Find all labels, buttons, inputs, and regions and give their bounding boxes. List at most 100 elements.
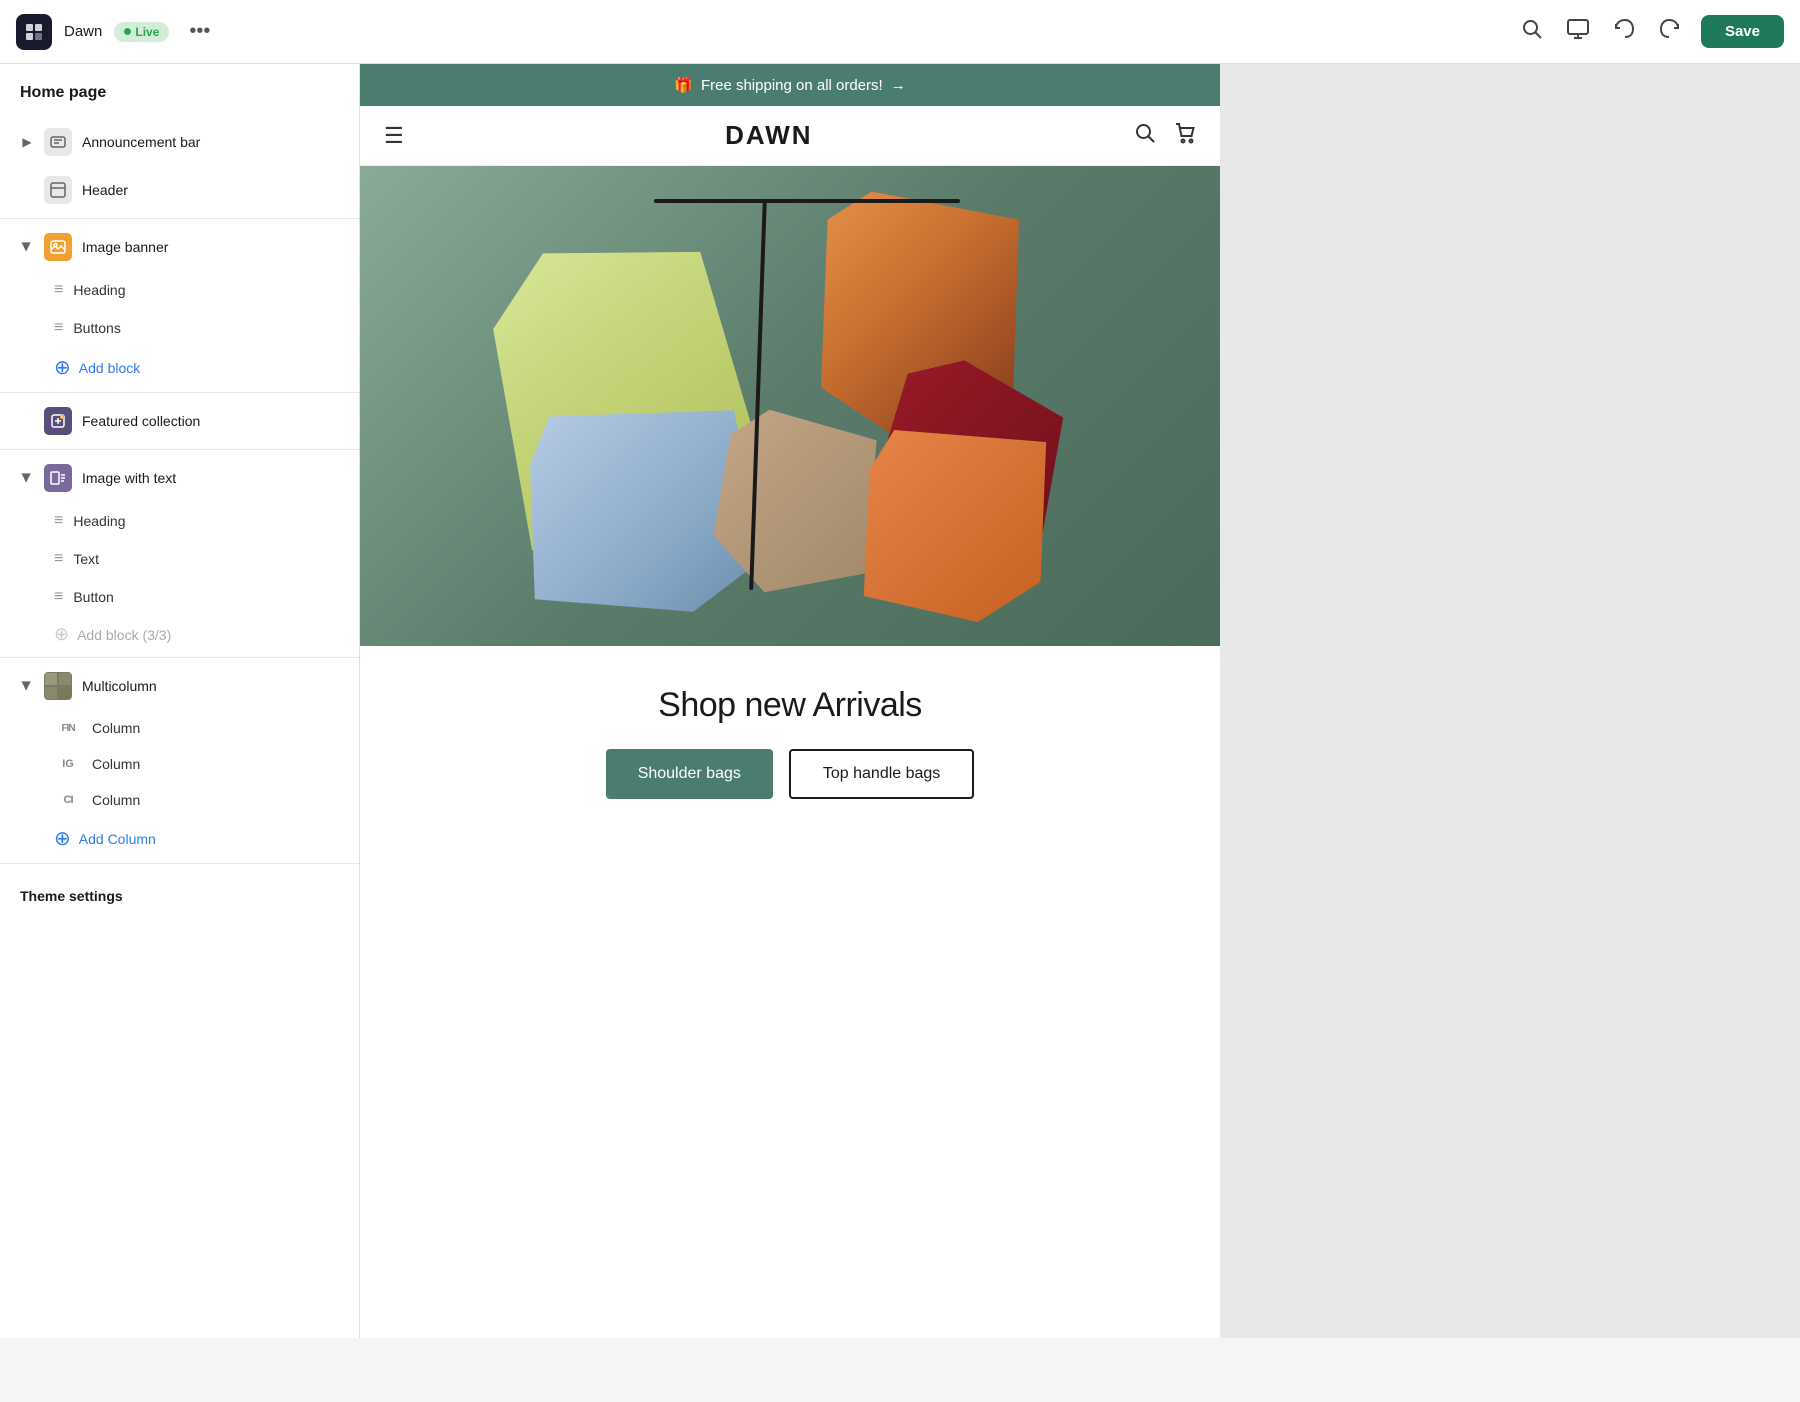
plus-icon-column: ⊕ xyxy=(54,826,71,851)
stand-horizontal xyxy=(654,199,960,203)
redo-button[interactable] xyxy=(1655,14,1685,50)
top-bar: Dawn Live ••• xyxy=(0,0,1800,64)
featured-collection-icon xyxy=(44,407,72,435)
sidebar-item-column2[interactable]: IG Column xyxy=(0,746,359,782)
desktop-button[interactable] xyxy=(1563,14,1593,50)
preview-area: 🎁 Free shipping on all orders! → ☰ DAWN xyxy=(360,64,1800,1338)
lines-icon-heading2: ≡ xyxy=(54,512,63,530)
sidebar-item-image-banner[interactable]: ▶ Image banner xyxy=(0,223,359,271)
chevron-down-icon-3: ▶ xyxy=(20,679,34,693)
image-with-text-icon xyxy=(44,464,72,492)
sidebar-item-label-column1: Column xyxy=(92,720,339,736)
announcement-arrow: → xyxy=(891,77,906,94)
sidebar-item-featured-collection[interactable]: ▶ Featured collection xyxy=(0,397,359,445)
sidebar-item-label-buttons: Buttons xyxy=(73,320,339,336)
hamburger-icon[interactable]: ☰ xyxy=(384,123,404,149)
add-block-label: Add block xyxy=(79,360,140,376)
chevron-down-icon: ▶ xyxy=(20,240,34,254)
chevron-right-icon: ▶ xyxy=(20,135,34,149)
sidebar-item-header[interactable]: ▶ Header xyxy=(0,166,359,214)
divider-4 xyxy=(0,657,359,658)
search-button[interactable] xyxy=(1517,14,1547,50)
add-block-disabled: ⊕ Add block (3/3) xyxy=(0,616,359,653)
bag-container xyxy=(450,176,1130,636)
image-banner-icon xyxy=(44,233,72,261)
sidebar-item-label-header: Header xyxy=(82,182,339,198)
sidebar-item-heading2[interactable]: ≡ Heading xyxy=(0,502,359,540)
add-column-button[interactable]: ⊕ Add Column xyxy=(0,818,359,859)
add-block-disabled-label: Add block (3/3) xyxy=(77,627,171,643)
top-bar-left: Dawn Live ••• xyxy=(16,14,218,50)
collection-heading: Shop new Arrivals xyxy=(384,686,1196,725)
hero-bags-container xyxy=(360,166,1220,646)
header-icon xyxy=(44,176,72,204)
column3-icon: CI xyxy=(54,794,82,806)
announcement-emoji: 🎁 xyxy=(674,76,693,94)
theme-settings[interactable]: Theme settings xyxy=(0,868,359,904)
live-label: Live xyxy=(135,25,159,39)
sidebar-item-multicolumn[interactable]: ▶ Multicolumn xyxy=(0,662,359,710)
sidebar-item-label-image-banner: Image banner xyxy=(82,239,339,255)
sidebar-item-label-text: Text xyxy=(73,551,339,567)
sidebar-item-label-featured-collection: Featured collection xyxy=(82,413,339,429)
live-badge: Live xyxy=(114,22,169,42)
lines-icon-heading: ≡ xyxy=(54,281,63,299)
sidebar-item-text[interactable]: ≡ Text xyxy=(0,540,359,578)
more-options-button[interactable]: ••• xyxy=(181,16,218,47)
store-nav-icons xyxy=(1134,122,1196,150)
collection-buttons: Shoulder bags Top handle bags xyxy=(384,749,1196,799)
theme-name: Dawn xyxy=(64,23,102,40)
sidebar-item-announcement-bar[interactable]: ▶ Announcement bar xyxy=(0,118,359,166)
announcement-bar-preview: 🎁 Free shipping on all orders! → xyxy=(360,64,1220,106)
undo-button[interactable] xyxy=(1609,14,1639,50)
sidebar-item-label-announcement: Announcement bar xyxy=(82,134,339,150)
sidebar-item-label-multicolumn: Multicolumn xyxy=(82,678,339,694)
add-column-label: Add Column xyxy=(79,831,156,847)
sidebar: Home page ▶ Announcement bar ▶ xyxy=(0,64,360,1338)
app-icon xyxy=(16,14,52,50)
divider-3 xyxy=(0,449,359,450)
sidebar-item-label-heading2: Heading xyxy=(73,513,339,529)
column1-icon: FIN xyxy=(54,723,82,734)
lines-icon-buttons: ≡ xyxy=(54,319,63,337)
divider-5 xyxy=(0,863,359,864)
store-brand: DAWN xyxy=(725,120,812,151)
add-block-button[interactable]: ⊕ Add block xyxy=(0,347,359,388)
collection-section: Shop new Arrivals Shoulder bags Top hand… xyxy=(360,646,1220,819)
live-dot xyxy=(124,28,131,35)
lines-icon-text: ≡ xyxy=(54,550,63,568)
multicolumn-icon xyxy=(44,672,72,700)
sidebar-item-buttons[interactable]: ≡ Buttons xyxy=(0,309,359,347)
top-handle-bags-button[interactable]: Top handle bags xyxy=(789,749,974,799)
cart-icon-nav[interactable] xyxy=(1174,122,1196,150)
divider-2 xyxy=(0,392,359,393)
top-bar-right: Save xyxy=(1517,14,1784,50)
sidebar-item-column1[interactable]: FIN Column xyxy=(0,710,359,746)
preview-frame: 🎁 Free shipping on all orders! → ☰ DAWN xyxy=(360,64,1220,1338)
announcement-text: Free shipping on all orders! xyxy=(701,77,883,94)
lines-icon-button: ≡ xyxy=(54,588,63,606)
sidebar-item-image-with-text[interactable]: ▶ Image with text xyxy=(0,454,359,502)
sidebar-item-label-column3: Column xyxy=(92,792,339,808)
plus-icon: ⊕ xyxy=(54,355,71,380)
divider-1 xyxy=(0,218,359,219)
sidebar-item-heading[interactable]: ≡ Heading xyxy=(0,271,359,309)
sidebar-item-label-column2: Column xyxy=(92,756,339,772)
store-nav: ☰ DAWN xyxy=(360,106,1220,166)
sidebar-item-button[interactable]: ≡ Button xyxy=(0,578,359,616)
main-layout: Home page ▶ Announcement bar ▶ xyxy=(0,64,1800,1338)
sidebar-item-label-button: Button xyxy=(73,589,339,605)
sidebar-item-column3[interactable]: CI Column xyxy=(0,782,359,818)
search-icon-nav[interactable] xyxy=(1134,122,1156,150)
page-title: Home page xyxy=(0,64,359,118)
bag-orange-bottom xyxy=(860,426,1050,626)
save-button[interactable]: Save xyxy=(1701,15,1784,48)
announcement-bar-icon xyxy=(44,128,72,156)
sidebar-item-label-image-with-text: Image with text xyxy=(82,470,339,486)
sidebar-item-label-heading: Heading xyxy=(73,282,339,298)
plus-icon-disabled: ⊕ xyxy=(54,624,69,645)
shoulder-bags-button[interactable]: Shoulder bags xyxy=(606,749,773,799)
chevron-down-icon-2: ▶ xyxy=(20,471,34,485)
hero-image xyxy=(360,166,1220,646)
column2-icon: IG xyxy=(54,758,82,770)
